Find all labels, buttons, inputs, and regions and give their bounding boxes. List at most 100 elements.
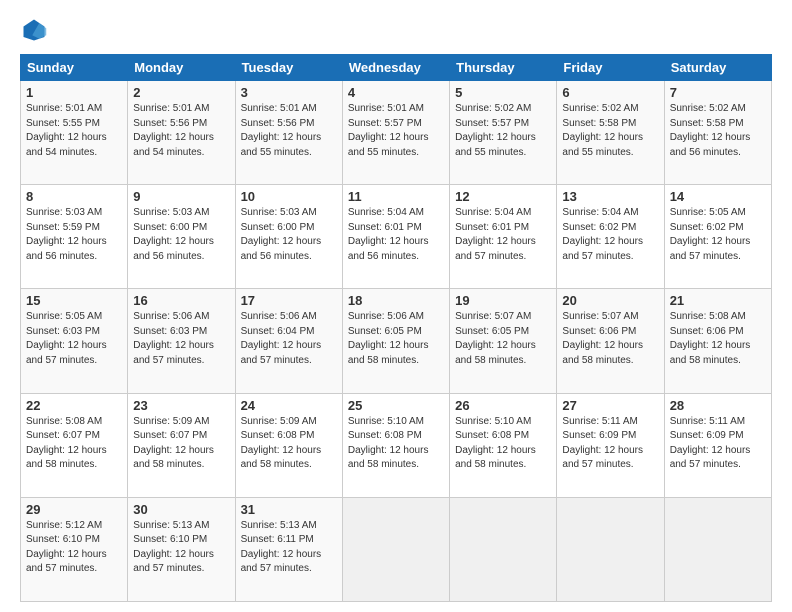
day-number: 13 [562,189,658,204]
calendar-cell: 25 Sunrise: 5:10 AMSunset: 6:08 PMDaylig… [342,393,449,497]
calendar-cell: 22 Sunrise: 5:08 AMSunset: 6:07 PMDaylig… [21,393,128,497]
day-number: 12 [455,189,551,204]
day-info: Sunrise: 5:09 AMSunset: 6:07 PMDaylight:… [133,416,214,471]
calendar-cell: 29 Sunrise: 5:12 AMSunset: 6:10 PMDaylig… [21,497,128,601]
day-number: 14 [670,189,766,204]
day-header-tuesday: Tuesday [235,55,342,81]
day-info: Sunrise: 5:05 AMSunset: 6:03 PMDaylight:… [26,311,107,366]
calendar-cell: 15 Sunrise: 5:05 AMSunset: 6:03 PMDaylig… [21,289,128,393]
calendar-cell [450,497,557,601]
calendar-week-2: 8 Sunrise: 5:03 AMSunset: 5:59 PMDayligh… [21,185,772,289]
day-info: Sunrise: 5:03 AMSunset: 6:00 PMDaylight:… [241,207,322,262]
day-number: 26 [455,398,551,413]
calendar-cell: 1 Sunrise: 5:01 AMSunset: 5:55 PMDayligh… [21,81,128,185]
day-number: 25 [348,398,444,413]
calendar-cell: 21 Sunrise: 5:08 AMSunset: 6:06 PMDaylig… [664,289,771,393]
day-info: Sunrise: 5:10 AMSunset: 6:08 PMDaylight:… [455,416,536,471]
day-number: 23 [133,398,229,413]
day-number: 16 [133,293,229,308]
day-info: Sunrise: 5:01 AMSunset: 5:55 PMDaylight:… [26,103,107,158]
logo [20,16,52,44]
day-number: 9 [133,189,229,204]
calendar-cell: 16 Sunrise: 5:06 AMSunset: 6:03 PMDaylig… [128,289,235,393]
day-info: Sunrise: 5:04 AMSunset: 6:01 PMDaylight:… [348,207,429,262]
calendar-cell: 24 Sunrise: 5:09 AMSunset: 6:08 PMDaylig… [235,393,342,497]
day-info: Sunrise: 5:03 AMSunset: 5:59 PMDaylight:… [26,207,107,262]
calendar-cell: 4 Sunrise: 5:01 AMSunset: 5:57 PMDayligh… [342,81,449,185]
day-info: Sunrise: 5:08 AMSunset: 6:06 PMDaylight:… [670,311,751,366]
calendar-cell: 8 Sunrise: 5:03 AMSunset: 5:59 PMDayligh… [21,185,128,289]
day-info: Sunrise: 5:09 AMSunset: 6:08 PMDaylight:… [241,416,322,471]
day-number: 6 [562,85,658,100]
day-number: 19 [455,293,551,308]
day-info: Sunrise: 5:12 AMSunset: 6:10 PMDaylight:… [26,520,107,575]
day-info: Sunrise: 5:04 AMSunset: 6:02 PMDaylight:… [562,207,643,262]
calendar-cell: 18 Sunrise: 5:06 AMSunset: 6:05 PMDaylig… [342,289,449,393]
calendar-cell: 12 Sunrise: 5:04 AMSunset: 6:01 PMDaylig… [450,185,557,289]
day-info: Sunrise: 5:02 AMSunset: 5:58 PMDaylight:… [670,103,751,158]
calendar-cell: 2 Sunrise: 5:01 AMSunset: 5:56 PMDayligh… [128,81,235,185]
day-number: 2 [133,85,229,100]
calendar-cell: 7 Sunrise: 5:02 AMSunset: 5:58 PMDayligh… [664,81,771,185]
day-info: Sunrise: 5:08 AMSunset: 6:07 PMDaylight:… [26,416,107,471]
header [20,16,772,44]
calendar-cell: 23 Sunrise: 5:09 AMSunset: 6:07 PMDaylig… [128,393,235,497]
calendar-cell: 5 Sunrise: 5:02 AMSunset: 5:57 PMDayligh… [450,81,557,185]
day-info: Sunrise: 5:13 AMSunset: 6:10 PMDaylight:… [133,520,214,575]
calendar-cell: 10 Sunrise: 5:03 AMSunset: 6:00 PMDaylig… [235,185,342,289]
day-info: Sunrise: 5:02 AMSunset: 5:57 PMDaylight:… [455,103,536,158]
calendar-cell: 31 Sunrise: 5:13 AMSunset: 6:11 PMDaylig… [235,497,342,601]
day-info: Sunrise: 5:04 AMSunset: 6:01 PMDaylight:… [455,207,536,262]
day-info: Sunrise: 5:01 AMSunset: 5:56 PMDaylight:… [241,103,322,158]
calendar-cell [557,497,664,601]
calendar-cell: 3 Sunrise: 5:01 AMSunset: 5:56 PMDayligh… [235,81,342,185]
calendar-cell: 9 Sunrise: 5:03 AMSunset: 6:00 PMDayligh… [128,185,235,289]
day-info: Sunrise: 5:07 AMSunset: 6:05 PMDaylight:… [455,311,536,366]
day-header-wednesday: Wednesday [342,55,449,81]
day-info: Sunrise: 5:01 AMSunset: 5:56 PMDaylight:… [133,103,214,158]
day-number: 7 [670,85,766,100]
day-header-thursday: Thursday [450,55,557,81]
day-info: Sunrise: 5:06 AMSunset: 6:05 PMDaylight:… [348,311,429,366]
day-number: 8 [26,189,122,204]
calendar-cell: 20 Sunrise: 5:07 AMSunset: 6:06 PMDaylig… [557,289,664,393]
day-number: 5 [455,85,551,100]
day-number: 21 [670,293,766,308]
day-number: 18 [348,293,444,308]
day-number: 1 [26,85,122,100]
day-info: Sunrise: 5:10 AMSunset: 6:08 PMDaylight:… [348,416,429,471]
day-number: 29 [26,502,122,517]
day-header-monday: Monday [128,55,235,81]
calendar-week-1: 1 Sunrise: 5:01 AMSunset: 5:55 PMDayligh… [21,81,772,185]
calendar-cell: 26 Sunrise: 5:10 AMSunset: 6:08 PMDaylig… [450,393,557,497]
day-number: 22 [26,398,122,413]
day-info: Sunrise: 5:06 AMSunset: 6:03 PMDaylight:… [133,311,214,366]
calendar-cell [664,497,771,601]
calendar-cell: 19 Sunrise: 5:07 AMSunset: 6:05 PMDaylig… [450,289,557,393]
day-number: 31 [241,502,337,517]
calendar-week-5: 29 Sunrise: 5:12 AMSunset: 6:10 PMDaylig… [21,497,772,601]
calendar-cell: 17 Sunrise: 5:06 AMSunset: 6:04 PMDaylig… [235,289,342,393]
day-number: 4 [348,85,444,100]
calendar-table: SundayMondayTuesdayWednesdayThursdayFrid… [20,54,772,602]
calendar-cell: 14 Sunrise: 5:05 AMSunset: 6:02 PMDaylig… [664,185,771,289]
calendar-cell: 30 Sunrise: 5:13 AMSunset: 6:10 PMDaylig… [128,497,235,601]
calendar-cell: 11 Sunrise: 5:04 AMSunset: 6:01 PMDaylig… [342,185,449,289]
day-number: 11 [348,189,444,204]
calendar-cell: 6 Sunrise: 5:02 AMSunset: 5:58 PMDayligh… [557,81,664,185]
day-info: Sunrise: 5:03 AMSunset: 6:00 PMDaylight:… [133,207,214,262]
calendar-week-3: 15 Sunrise: 5:05 AMSunset: 6:03 PMDaylig… [21,289,772,393]
day-number: 30 [133,502,229,517]
day-info: Sunrise: 5:11 AMSunset: 6:09 PMDaylight:… [562,416,643,471]
day-number: 28 [670,398,766,413]
page: SundayMondayTuesdayWednesdayThursdayFrid… [0,0,792,612]
day-number: 3 [241,85,337,100]
day-header-saturday: Saturday [664,55,771,81]
day-number: 17 [241,293,337,308]
day-info: Sunrise: 5:05 AMSunset: 6:02 PMDaylight:… [670,207,751,262]
calendar-cell [342,497,449,601]
day-number: 24 [241,398,337,413]
day-number: 15 [26,293,122,308]
day-number: 27 [562,398,658,413]
day-info: Sunrise: 5:02 AMSunset: 5:58 PMDaylight:… [562,103,643,158]
